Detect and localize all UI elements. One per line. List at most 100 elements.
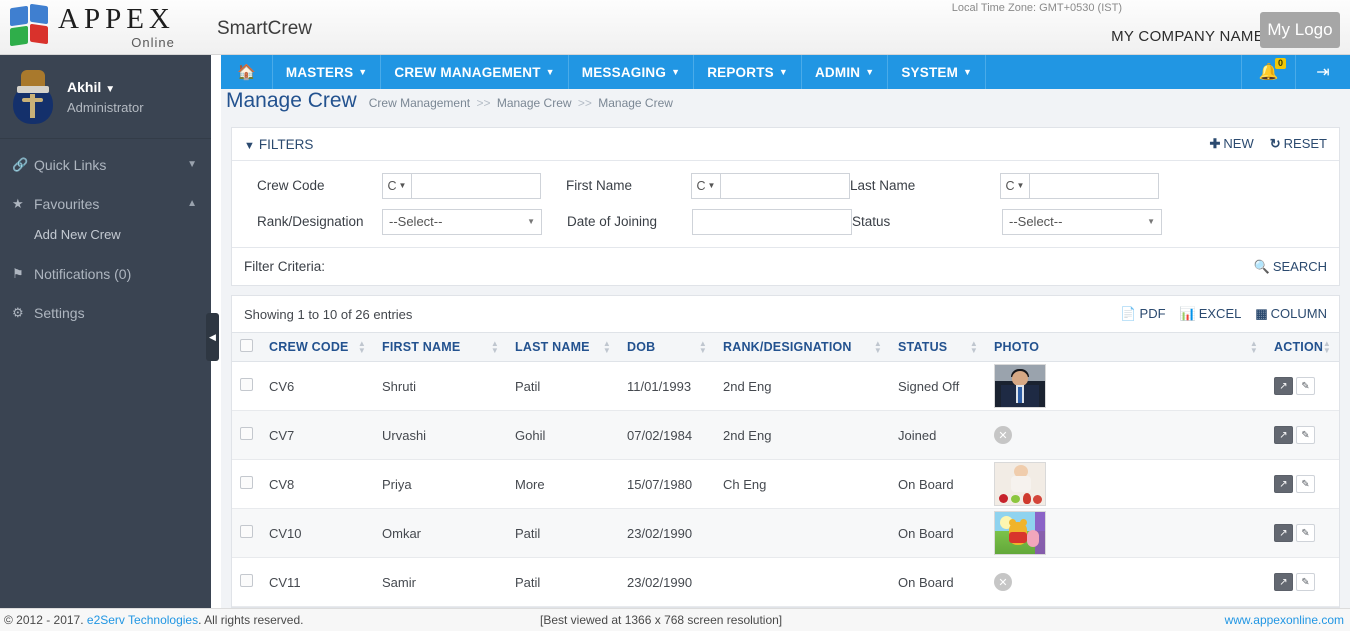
filter-crew-code: Crew Code C ▼ xyxy=(232,172,541,199)
row-checkbox[interactable] xyxy=(240,574,253,587)
table-row[interactable]: CV8 Priya More 15/07/1980 Ch Eng On Boar… xyxy=(232,459,1339,509)
row-select-cell xyxy=(232,557,261,607)
filters-row-1: Crew Code C ▼ First Name C ▼ Last Name C… xyxy=(232,170,1339,201)
column-dob[interactable]: DOB ▲ ▼ xyxy=(619,332,715,362)
cell-rank: 2nd Eng xyxy=(715,410,890,460)
open-external-icon[interactable]: ↗ xyxy=(1274,573,1293,591)
table-row[interactable]: CV11 Samir Patil 23/02/1990 On Board ✕ ↗ xyxy=(232,557,1339,607)
nav-item-label: MASTERS xyxy=(285,64,354,80)
pencil-icon[interactable]: ✎ xyxy=(1296,524,1315,542)
breadcrumb: Crew Management >> Manage Crew >> Manage… xyxy=(369,96,673,110)
new-button[interactable]: ✚ NEW xyxy=(1210,136,1254,152)
search-button[interactable]: 🔍 SEARCH xyxy=(1254,259,1327,275)
cell-action: ↗ ✎ xyxy=(1266,508,1339,558)
row-checkbox[interactable] xyxy=(240,378,253,391)
sidebar-item-favourites[interactable]: ★ Favourites ▲ xyxy=(0,184,211,223)
table-row[interactable]: CV7 Urvashi Gohil 07/02/1984 2nd Eng Joi… xyxy=(232,410,1339,460)
select-all-header xyxy=(232,332,261,362)
filters-row-2: Rank/Designation --Select-- ▼ Date of Jo… xyxy=(232,206,1339,237)
cell-first-name: Omkar xyxy=(374,508,507,558)
pencil-icon[interactable]: ✎ xyxy=(1296,377,1315,395)
sidebar-item-add-new-crew[interactable]: Add New Crew xyxy=(34,223,211,246)
table-row[interactable]: CV10 Omkar Patil 23/02/1990 On Board ↗ ✎ xyxy=(232,508,1339,558)
sidebar-item-quick-links[interactable]: 🔗 Quick Links ▼ xyxy=(0,145,211,184)
filter-label: Last Name xyxy=(850,178,916,193)
sidebar-collapse-toggle[interactable]: ◀ xyxy=(206,313,219,361)
column-action[interactable]: ACTION ▲ ▼ xyxy=(1266,332,1339,362)
first-name-input[interactable] xyxy=(720,172,850,199)
open-external-icon[interactable]: ↗ xyxy=(1274,475,1293,493)
last-name-operator-select[interactable]: C ▼ xyxy=(1000,172,1029,199)
open-external-icon[interactable]: ↗ xyxy=(1274,426,1293,444)
notifications-button[interactable]: 🔔 0 xyxy=(1242,55,1296,89)
reset-button[interactable]: ↻ RESET xyxy=(1270,136,1327,152)
caret-down-icon: ▼ xyxy=(671,67,681,77)
filter-status: Status --Select-- ▼ xyxy=(852,208,1162,235)
nav-item-messaging[interactable]: MESSAGING ▼ xyxy=(569,55,695,89)
brand-logo[interactable]: APPEX Online xyxy=(8,3,175,49)
open-external-icon[interactable]: ↗ xyxy=(1274,524,1293,542)
export-excel-button[interactable]: 📊 EXCEL xyxy=(1180,306,1242,322)
column-rank-designation[interactable]: RANK/DESIGNATION ▲ ▼ xyxy=(715,332,890,362)
pooh-photo xyxy=(994,511,1046,555)
caret-down-icon: ▼ xyxy=(527,217,535,226)
rank-designation-select[interactable]: --Select-- ▼ xyxy=(382,208,542,235)
chevron-down-icon: ▼ xyxy=(105,83,116,95)
footer-website-link[interactable]: www.appexonline.com xyxy=(1225,613,1344,627)
filter-last-name: Last Name C ▼ xyxy=(850,172,1159,199)
cell-last-name: Patil xyxy=(507,557,619,607)
cell-dob: 07/02/1984 xyxy=(619,410,715,460)
table-row[interactable]: CV6 Shruti Patil 11/01/1993 2nd Eng Sign… xyxy=(232,361,1339,411)
user-name[interactable]: Akhil ▼ xyxy=(67,79,144,95)
column-crew-code[interactable]: CREW CODE ▲ ▼ xyxy=(261,332,374,362)
breadcrumb-item[interactable]: Crew Management xyxy=(369,96,470,110)
brand-name: APPEX xyxy=(58,3,175,35)
sidebar-item-notifications[interactable]: ⚑ Notifications (0) xyxy=(0,254,211,293)
user-profile[interactable]: Akhil ▼ Administrator xyxy=(0,55,211,139)
open-external-icon[interactable]: ↗ xyxy=(1274,377,1293,395)
export-pdf-button[interactable]: 📄 PDF xyxy=(1120,306,1165,322)
logout-button[interactable]: ⇥ xyxy=(1296,55,1350,89)
status-select[interactable]: --Select-- ▼ xyxy=(1002,208,1162,235)
pencil-icon[interactable]: ✎ xyxy=(1296,573,1315,591)
breadcrumb-item[interactable]: Manage Crew xyxy=(497,96,572,110)
excel-icon: 📊 xyxy=(1179,306,1196,321)
column-first-name[interactable]: FIRST NAME ▲ ▼ xyxy=(374,332,507,362)
column-status[interactable]: STATUS ▲ ▼ xyxy=(890,332,986,362)
row-checkbox[interactable] xyxy=(240,525,253,538)
column-last-name[interactable]: LAST NAME ▲ ▼ xyxy=(507,332,619,362)
date-of-joining-input[interactable] xyxy=(692,208,852,235)
nav-item-admin[interactable]: ADMIN ▼ xyxy=(802,55,889,89)
pencil-icon[interactable]: ✎ xyxy=(1296,426,1315,444)
plus-icon: ✚ xyxy=(1209,136,1221,151)
nav-spacer xyxy=(986,55,1242,89)
footer-company-link[interactable]: e2Serv Technologies xyxy=(87,613,198,627)
breadcrumb-item[interactable]: Manage Crew xyxy=(598,96,673,110)
crew-code-operator-select[interactable]: C ▼ xyxy=(382,172,411,199)
select-all-checkbox[interactable] xyxy=(240,339,253,352)
cell-dob: 23/02/1990 xyxy=(619,557,715,607)
nav-item-reports[interactable]: REPORTS ▼ xyxy=(694,55,802,89)
column-chooser-button[interactable]: ▦ COLUMN xyxy=(1255,306,1327,322)
cell-rank: Ch Eng xyxy=(715,459,890,509)
column-photo[interactable]: PHOTO ▲ ▼ xyxy=(986,332,1266,362)
first-name-operator-select[interactable]: C ▼ xyxy=(691,172,720,199)
nav-item-label: SYSTEM xyxy=(901,64,959,80)
sidebar-item-settings[interactable]: ⚙ Settings xyxy=(0,293,211,332)
cell-status: Signed Off xyxy=(890,361,986,411)
last-name-input[interactable] xyxy=(1029,172,1159,199)
crew-code-input[interactable] xyxy=(411,172,541,199)
nav-item-label: CREW MANAGEMENT xyxy=(394,64,541,80)
nav-item-masters[interactable]: MASTERS ▼ xyxy=(273,55,382,89)
pencil-icon[interactable]: ✎ xyxy=(1296,475,1315,493)
sort-icon: ▲ ▼ xyxy=(969,339,978,355)
nav-item-system[interactable]: SYSTEM ▼ xyxy=(888,55,987,89)
company-logo-placeholder[interactable]: My Logo xyxy=(1260,12,1340,48)
sidebar-item-label: Settings xyxy=(34,304,85,321)
table-body: CV6 Shruti Patil 11/01/1993 2nd Eng Sign… xyxy=(232,361,1339,607)
row-checkbox[interactable] xyxy=(240,427,253,440)
chevron-down-icon: ▼ xyxy=(187,159,197,170)
nav-item-crew-management[interactable]: CREW MANAGEMENT ▼ xyxy=(381,55,569,89)
nav-home-button[interactable]: 🏠 xyxy=(221,55,273,89)
row-checkbox[interactable] xyxy=(240,476,253,489)
